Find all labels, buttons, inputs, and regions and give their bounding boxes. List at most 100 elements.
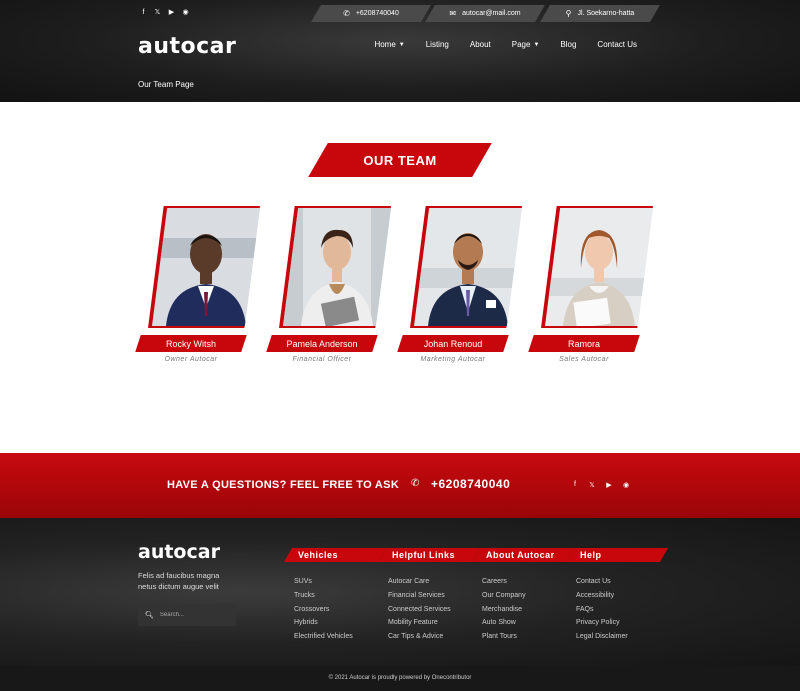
member-photo-frame <box>148 206 260 328</box>
footer-link[interactable]: Merchandise <box>482 605 526 619</box>
person-photo-ramora <box>545 208 653 326</box>
copyright-text: © 2021 Autocar is proudly powered by One… <box>328 675 472 681</box>
cta-text: HAVE A QUESTIONS? FEEL FREE TO ASK <box>167 479 400 491</box>
location-pin-icon: ⚲ <box>565 9 572 18</box>
footer-link[interactable]: Careers <box>482 577 526 591</box>
footer-link[interactable]: FAQs <box>576 605 628 619</box>
footer-link-list: SUVs Trucks Crossovers Hybrids Electrifi… <box>294 577 353 646</box>
chevron-down-icon: ▼ <box>533 41 540 48</box>
footer-description: Felis ad faucibus magna netus dictum aug… <box>138 571 220 591</box>
member-photo <box>414 208 522 326</box>
twitter-icon[interactable]: 𝕏 <box>588 481 596 489</box>
footer-link[interactable]: SUVs <box>294 577 353 591</box>
footer-link[interactable]: Trucks <box>294 591 353 605</box>
footer-link-list: Contact Us Accessibility FAQs Privacy Po… <box>576 577 628 646</box>
nav-contact[interactable]: Contact Us <box>597 40 637 49</box>
header-address: Jl. Soekarno-hatta <box>577 10 635 17</box>
member-name: Ramora <box>567 338 600 349</box>
nav-listing-label: Listing <box>425 40 449 49</box>
header-email: autocar@mail.com <box>462 10 521 17</box>
team-member-card[interactable]: Ramora Sales Autocar <box>528 206 655 366</box>
footer-col-heading: Help <box>565 548 669 562</box>
email-pill[interactable]: ✉ autocar@mail.com <box>425 5 545 22</box>
phone-pill[interactable]: ✆ +6208740040 <box>311 5 431 22</box>
nav-blog-label: Blog <box>560 40 577 49</box>
instagram-icon[interactable]: ◉ <box>622 481 630 489</box>
footer-col-title: Help <box>580 550 602 560</box>
footer-link[interactable]: Electrified Vehicles <box>294 632 353 646</box>
member-photo <box>545 208 653 326</box>
footer-link[interactable]: Contact Us <box>576 577 628 591</box>
team-member-card[interactable]: Johan Renoud Marketing Autocar <box>397 206 524 366</box>
team-member-card[interactable]: Pamela Anderson Financial Officer <box>266 206 393 366</box>
nav-page[interactable]: Page ▼ <box>512 40 540 49</box>
footer-link[interactable]: Connected Services <box>388 605 451 619</box>
member-role: Marketing Autocar <box>420 356 486 363</box>
nav-about-label: About <box>469 40 491 49</box>
youtube-icon[interactable]: ▶ <box>168 9 175 17</box>
envelope-icon: ✉ <box>449 9 457 18</box>
search-icon[interactable]: 🔍︎ <box>145 611 154 619</box>
footer-link[interactable]: Our Company <box>482 591 526 605</box>
facebook-icon[interactable]: f <box>571 481 579 489</box>
header-phone: +6208740040 <box>355 10 399 17</box>
address-pill[interactable]: ⚲ Jl. Soekarno-hatta <box>540 5 660 22</box>
nav-home-label: Home <box>374 40 396 49</box>
footer-link[interactable]: Hybrids <box>294 618 353 632</box>
chevron-down-icon: ▼ <box>398 41 405 48</box>
member-name: Rocky Witsh <box>165 338 216 349</box>
footer-search: 🔍︎ <box>138 604 236 626</box>
person-photo-pamela <box>283 208 391 326</box>
nav-contact-label: Contact Us <box>597 40 637 49</box>
member-name: Pamela Anderson <box>286 338 358 349</box>
instagram-icon[interactable]: ◉ <box>182 9 189 17</box>
facebook-icon[interactable]: f <box>140 9 147 17</box>
cta-phone[interactable]: +6208740040 <box>431 477 510 491</box>
page-breadcrumb: Our Team Page <box>138 80 194 89</box>
member-photo-frame <box>279 206 391 328</box>
footer-logo[interactable]: autocar <box>138 541 220 563</box>
member-role: Owner Autocar <box>164 356 218 363</box>
cta-banner <box>0 453 800 518</box>
site-logo[interactable]: autocar <box>138 34 236 59</box>
cta-social-links: f 𝕏 ▶ ◉ <box>571 481 630 489</box>
footer-link[interactable]: Autocar Care <box>388 577 451 591</box>
header-social-links: f 𝕏 ▶ ◉ <box>140 9 189 17</box>
search-input[interactable] <box>159 612 230 618</box>
footer-link[interactable]: Accessibility <box>576 591 628 605</box>
footer-col-heading: Vehicles <box>283 548 387 562</box>
nav-page-label: Page <box>511 40 531 49</box>
nav-about[interactable]: About <box>470 40 491 49</box>
nav-home[interactable]: Home ▼ <box>374 40 404 49</box>
footer-col-title: Vehicles <box>298 550 339 560</box>
footer-col-heading: Helpful Links <box>377 548 481 562</box>
footer-col-heading: About Autocar <box>471 548 575 562</box>
twitter-icon[interactable]: 𝕏 <box>154 9 161 17</box>
footer-link[interactable]: Legal Disclaimer <box>576 632 628 646</box>
phone-icon: ✆ <box>411 478 420 489</box>
footer-link-list: Careers Our Company Merchandise Auto Sho… <box>482 577 526 646</box>
footer-link-list: Autocar Care Financial Services Connecte… <box>388 577 451 646</box>
member-role: Sales Autocar <box>559 356 609 363</box>
footer-link[interactable]: Plant Tours <box>482 632 526 646</box>
member-photo-frame <box>541 206 653 328</box>
footer-col-title: Helpful Links <box>392 550 456 560</box>
member-role: Financial Officer <box>292 356 352 363</box>
footer-link[interactable]: Car Tips & Advice <box>388 632 451 646</box>
member-photo <box>283 208 391 326</box>
footer-link[interactable]: Crossovers <box>294 605 353 619</box>
main-nav: Home ▼ Listing About Page ▼ Blog Contact U… <box>374 40 637 49</box>
footer-link[interactable]: Mobility Feature <box>388 618 451 632</box>
person-photo-johan <box>414 208 522 326</box>
footer-col-title: About Autocar <box>486 550 555 560</box>
nav-listing[interactable]: Listing <box>426 40 449 49</box>
footer-link[interactable]: Privacy Policy <box>576 618 628 632</box>
footer-link[interactable]: Financial Services <box>388 591 451 605</box>
team-member-card[interactable]: Rocky Witsh Owner Autocar <box>135 206 262 366</box>
team-title: OUR TEAM <box>363 152 437 168</box>
footer-link[interactable]: Auto Show <box>482 618 526 632</box>
youtube-icon[interactable]: ▶ <box>605 481 613 489</box>
member-photo-frame <box>410 206 522 328</box>
phone-icon: ✆ <box>343 9 350 18</box>
nav-blog[interactable]: Blog <box>560 40 576 49</box>
